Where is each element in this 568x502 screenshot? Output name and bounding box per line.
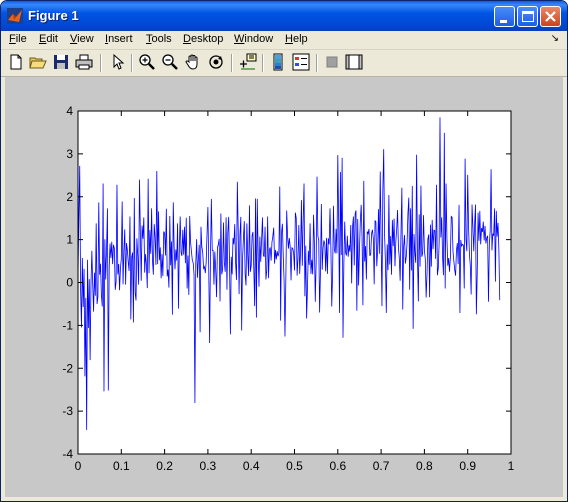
save-icon[interactable] [52, 53, 70, 71]
x-tick-label: 0.5 [286, 459, 303, 473]
hide-plot-tools-icon[interactable] [323, 53, 341, 71]
x-tick-label: 0 [75, 459, 82, 473]
x-tick-label: 1 [508, 459, 515, 473]
minimize-button[interactable] [494, 6, 515, 27]
y-tick-label: 3 [66, 147, 73, 161]
menu-tools[interactable]: Tools [146, 33, 172, 45]
menu-bar: File Edit View Insert Tools Desktop Wind… [1, 31, 567, 50]
close-button[interactable] [540, 6, 561, 27]
y-tick-label: -2 [62, 361, 73, 375]
x-tick-label: 0.8 [416, 459, 433, 473]
menu-view[interactable]: View [70, 33, 94, 45]
menu-window[interactable]: Window [234, 33, 273, 45]
x-tick-label: 0.1 [113, 459, 130, 473]
new-figure-icon[interactable] [7, 53, 25, 71]
colorbar-icon[interactable] [269, 53, 287, 71]
menu-edit[interactable]: Edit [39, 33, 58, 45]
menu-insert[interactable]: Insert [105, 33, 133, 45]
toolbar-separator [316, 54, 318, 72]
legend-icon[interactable] [292, 53, 310, 71]
toolbar-separator [131, 54, 133, 72]
title-bar[interactable]: Figure 1 [1, 1, 567, 31]
x-tick-label: 0.7 [373, 459, 390, 473]
axes-background [78, 111, 511, 454]
y-tick-label: 0 [66, 276, 73, 290]
data-cursor-icon[interactable] [239, 53, 257, 71]
y-tick-label: 1 [66, 233, 73, 247]
y-tick-label: 4 [66, 104, 73, 118]
window-title: Figure 1 [28, 8, 79, 23]
maximize-icon [522, 11, 534, 22]
figure-canvas[interactable]: 0 0.1 0.2 0.3 0.4 0.5 0.6 0.7 0.8 0.9 1 4 3 2 1 0 -1 -2 -3… [5, 77, 563, 497]
maximize-button[interactable] [517, 6, 538, 27]
toolbar-separator [262, 54, 264, 72]
y-tick-label: -1 [62, 318, 73, 332]
y-tick-label: 2 [66, 190, 73, 204]
zoom-in-icon[interactable] [138, 53, 156, 71]
y-tick-label: -3 [62, 404, 73, 418]
pan-hand-icon[interactable] [184, 53, 202, 71]
x-tick-label: 0.6 [329, 459, 346, 473]
menu-file[interactable]: File [9, 33, 27, 45]
edit-plot-arrow-icon[interactable] [109, 53, 127, 71]
toolbar-separator [231, 54, 233, 72]
menu-help[interactable]: Help [285, 33, 308, 45]
close-icon [545, 11, 556, 22]
matlab-logo-icon [7, 8, 23, 24]
figure-toolbar [1, 50, 567, 77]
print-icon[interactable] [75, 53, 93, 71]
y-tick-label: -4 [62, 447, 73, 461]
x-tick-label: 0.4 [243, 459, 260, 473]
zoom-out-icon[interactable] [161, 53, 179, 71]
x-tick-label: 0.9 [459, 459, 476, 473]
figure-window: Figure 1 File Edit View Insert Tools Des… [0, 0, 568, 502]
rotate-3d-icon[interactable] [207, 53, 225, 71]
dock-arrow-icon[interactable]: ↘ [551, 33, 559, 44]
minimize-icon [500, 20, 507, 23]
plot-axes[interactable]: 0 0.1 0.2 0.3 0.4 0.5 0.6 0.7 0.8 0.9 1 4 3 2 1 0 -1 -2 -3… [5, 77, 563, 497]
open-file-icon[interactable] [29, 53, 47, 71]
show-plot-tools-icon[interactable] [345, 53, 363, 71]
toolbar-separator [100, 54, 102, 72]
x-tick-label: 0.3 [200, 459, 217, 473]
menu-desktop[interactable]: Desktop [183, 33, 223, 45]
x-tick-label: 0.2 [156, 459, 173, 473]
